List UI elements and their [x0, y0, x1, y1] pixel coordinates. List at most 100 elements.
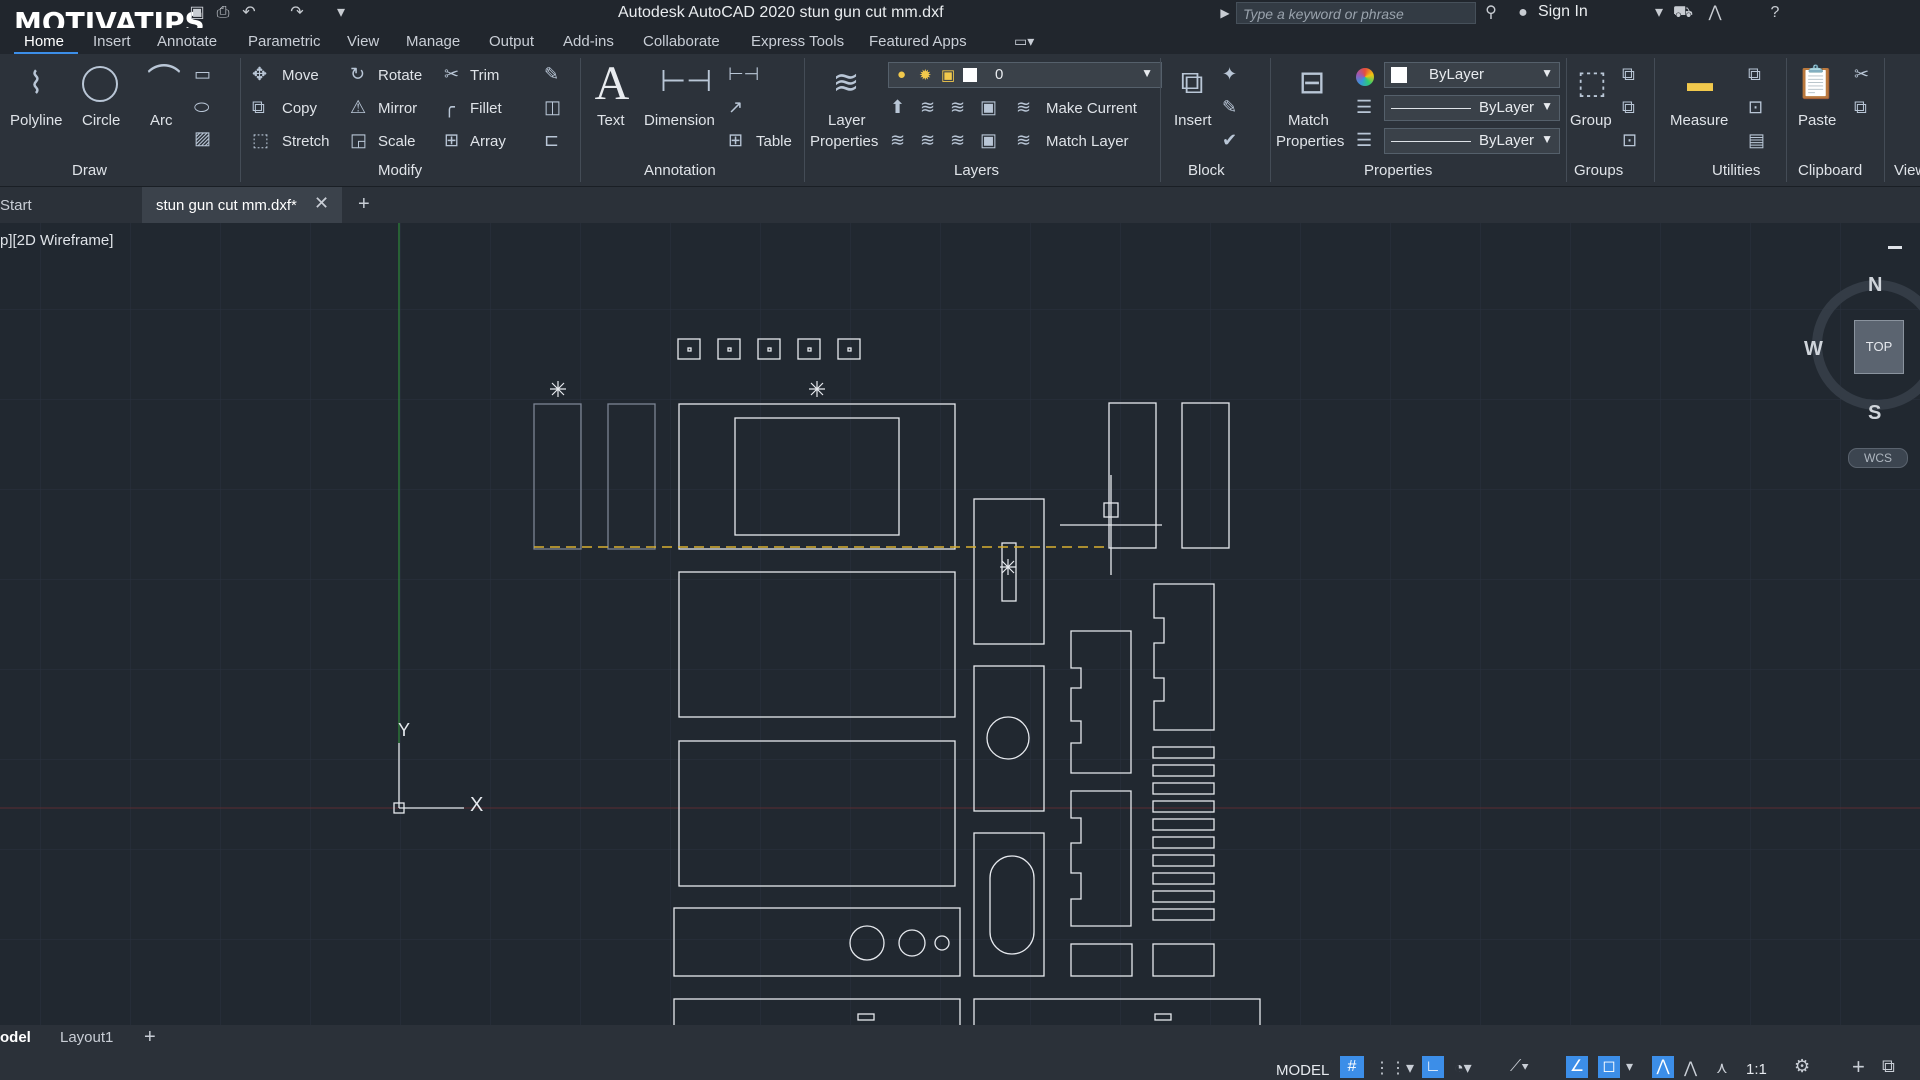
- tab-add-ins[interactable]: Add-ins: [563, 33, 614, 50]
- object-track-icon[interactable]: ∠: [1566, 1056, 1588, 1078]
- annotation-panel-label[interactable]: Annotation: [644, 162, 716, 179]
- layers-panel-label[interactable]: Layers: [954, 162, 999, 179]
- polyline-button[interactable]: Polyline: [10, 112, 63, 129]
- layer-properties-label-1[interactable]: Layer: [828, 112, 866, 129]
- dropdown-icon[interactable]: ▾: [1648, 3, 1670, 23]
- quick-select-icon[interactable]: ⧉: [1748, 64, 1761, 85]
- arc-button[interactable]: Arc: [150, 112, 173, 129]
- tab-output[interactable]: Output: [489, 33, 534, 50]
- make-current-icon[interactable]: ≋: [1016, 97, 1031, 118]
- insert-block-icon[interactable]: ⧉: [1170, 62, 1214, 102]
- auto-scale-icon[interactable]: ⋀: [1684, 1058, 1697, 1078]
- cart-icon[interactable]: ⛟: [1672, 3, 1694, 23]
- minimize-viewport-icon[interactable]: [1888, 246, 1902, 249]
- move-icon[interactable]: ✥: [252, 64, 267, 85]
- measure-button[interactable]: Measure: [1670, 112, 1728, 129]
- lineweight-dropdown[interactable]: ByLayer ▼: [1384, 128, 1560, 154]
- tab-annotate[interactable]: Annotate: [157, 33, 217, 50]
- copy-button[interactable]: Copy: [282, 100, 317, 117]
- leader-icon[interactable]: ↗: [728, 97, 743, 118]
- copy-icon[interactable]: ⧉: [252, 97, 265, 118]
- osnap-toggle-icon[interactable]: ◻: [1598, 1056, 1620, 1078]
- create-block-icon[interactable]: ✦: [1222, 64, 1237, 85]
- explode-icon[interactable]: ◫: [544, 97, 561, 118]
- fillet-button[interactable]: Fillet: [470, 100, 502, 117]
- scale-icon[interactable]: ◲: [350, 130, 367, 151]
- tab-manage[interactable]: Manage: [406, 33, 460, 50]
- modify-panel-label[interactable]: Modify: [378, 162, 422, 179]
- block-attr-icon[interactable]: ✔: [1222, 130, 1237, 151]
- tab-insert[interactable]: Insert: [93, 33, 131, 50]
- text-icon[interactable]: A: [592, 58, 632, 110]
- snap-toggle-icon[interactable]: ⋮⋮▾: [1374, 1058, 1414, 1078]
- model-space-toggle[interactable]: MODEL: [1276, 1062, 1329, 1079]
- isodraft-icon[interactable]: ⟋▾: [1510, 1058, 1529, 1076]
- annotation-scale-icon[interactable]: ⋏: [1716, 1058, 1728, 1078]
- groups-panel-label[interactable]: Groups: [1574, 162, 1623, 179]
- polar-toggle-icon[interactable]: ◔▾: [1454, 1058, 1472, 1078]
- view-panel-label[interactable]: View: [1894, 162, 1920, 179]
- calculator-icon[interactable]: ▤: [1748, 130, 1765, 151]
- layer-tool-icon[interactable]: ▣: [980, 130, 997, 151]
- ellipse-icon[interactable]: ⬭: [194, 97, 209, 118]
- circle-icon[interactable]: [82, 66, 118, 102]
- dimension-button[interactable]: Dimension: [644, 112, 715, 129]
- color-dropdown[interactable]: ByLayer ▼: [1384, 62, 1560, 88]
- cut-icon[interactable]: ✂: [1854, 64, 1869, 85]
- color-wheel-icon[interactable]: [1356, 68, 1374, 86]
- measure-icon[interactable]: ▬: [1676, 62, 1724, 102]
- chevron-down-icon[interactable]: ▾: [1626, 1058, 1633, 1075]
- document-tab-label[interactable]: stun gun cut mm.dxf*: [156, 197, 297, 214]
- group-button[interactable]: Group: [1570, 112, 1612, 129]
- customize-icon[interactable]: ▾: [330, 3, 352, 23]
- tab-featured-apps[interactable]: Featured Apps: [869, 33, 967, 50]
- gear-icon[interactable]: ⚙: [1794, 1056, 1810, 1077]
- layer-tool-icon[interactable]: ≋: [920, 97, 935, 118]
- clipboard-panel-label[interactable]: Clipboard: [1798, 162, 1862, 179]
- match-layer-button[interactable]: Match Layer: [1046, 133, 1129, 150]
- tab-express-tools[interactable]: Express Tools: [751, 33, 844, 50]
- redo-icon[interactable]: ↷: [286, 3, 308, 23]
- layer-tool-icon[interactable]: ≋: [920, 130, 935, 151]
- table-button[interactable]: Table: [756, 133, 792, 150]
- table-icon[interactable]: ⊞: [728, 130, 743, 151]
- fillet-icon[interactable]: ╭: [444, 97, 455, 118]
- print-icon[interactable]: ⎙: [212, 3, 234, 23]
- ungroup-icon[interactable]: ⧉: [1622, 64, 1635, 85]
- search-input[interactable]: Type a keyword or phrase: [1236, 2, 1476, 24]
- help-icon[interactable]: ?: [1764, 3, 1786, 23]
- sign-in-link[interactable]: Sign In: [1538, 3, 1588, 21]
- rotate-button[interactable]: Rotate: [378, 67, 422, 84]
- trim-icon[interactable]: ✂: [444, 64, 459, 85]
- tab-collaborate[interactable]: Collaborate: [643, 33, 720, 50]
- stretch-button[interactable]: Stretch: [282, 133, 330, 150]
- layout1-tab[interactable]: Layout1: [60, 1029, 113, 1046]
- save-icon[interactable]: ▣: [186, 3, 208, 23]
- fullscreen-icon[interactable]: ⧉: [1882, 1056, 1895, 1077]
- hatch-icon[interactable]: ▨: [194, 128, 211, 149]
- match-layer-icon[interactable]: ≋: [1016, 130, 1031, 151]
- group-edit-icon[interactable]: ⧉: [1622, 97, 1635, 118]
- text-button[interactable]: Text: [597, 112, 625, 129]
- linetype-dropdown[interactable]: ByLayer ▼: [1384, 95, 1560, 121]
- model-tab[interactable]: odel: [0, 1029, 31, 1046]
- tab-view[interactable]: View: [347, 33, 379, 50]
- scale-button[interactable]: Scale: [378, 133, 416, 150]
- erase-icon[interactable]: ✎: [544, 64, 559, 85]
- workspace-switch-icon[interactable]: ▭▾: [1014, 33, 1034, 50]
- array-button[interactable]: Array: [470, 133, 506, 150]
- compass-north[interactable]: N: [1868, 274, 1882, 297]
- block-panel-label[interactable]: Block: [1188, 162, 1225, 179]
- properties-panel-label[interactable]: Properties: [1364, 162, 1432, 179]
- annotation-visibility-icon[interactable]: ⋀: [1652, 1056, 1674, 1078]
- utilities-panel-label[interactable]: Utilities: [1712, 162, 1760, 179]
- binoculars-icon[interactable]: ⚲: [1480, 3, 1502, 23]
- tab-parametric[interactable]: Parametric: [248, 33, 321, 50]
- grid-toggle-icon[interactable]: #: [1340, 1056, 1364, 1078]
- array-icon[interactable]: ⊞: [444, 130, 459, 151]
- annotation-scale[interactable]: 1:1: [1746, 1061, 1767, 1078]
- stretch-icon[interactable]: ⬚: [252, 130, 269, 151]
- group-select-icon[interactable]: ⊡: [1622, 130, 1637, 151]
- mirror-icon[interactable]: ⚠: [350, 97, 366, 118]
- rectangle-icon[interactable]: ▭: [194, 64, 211, 85]
